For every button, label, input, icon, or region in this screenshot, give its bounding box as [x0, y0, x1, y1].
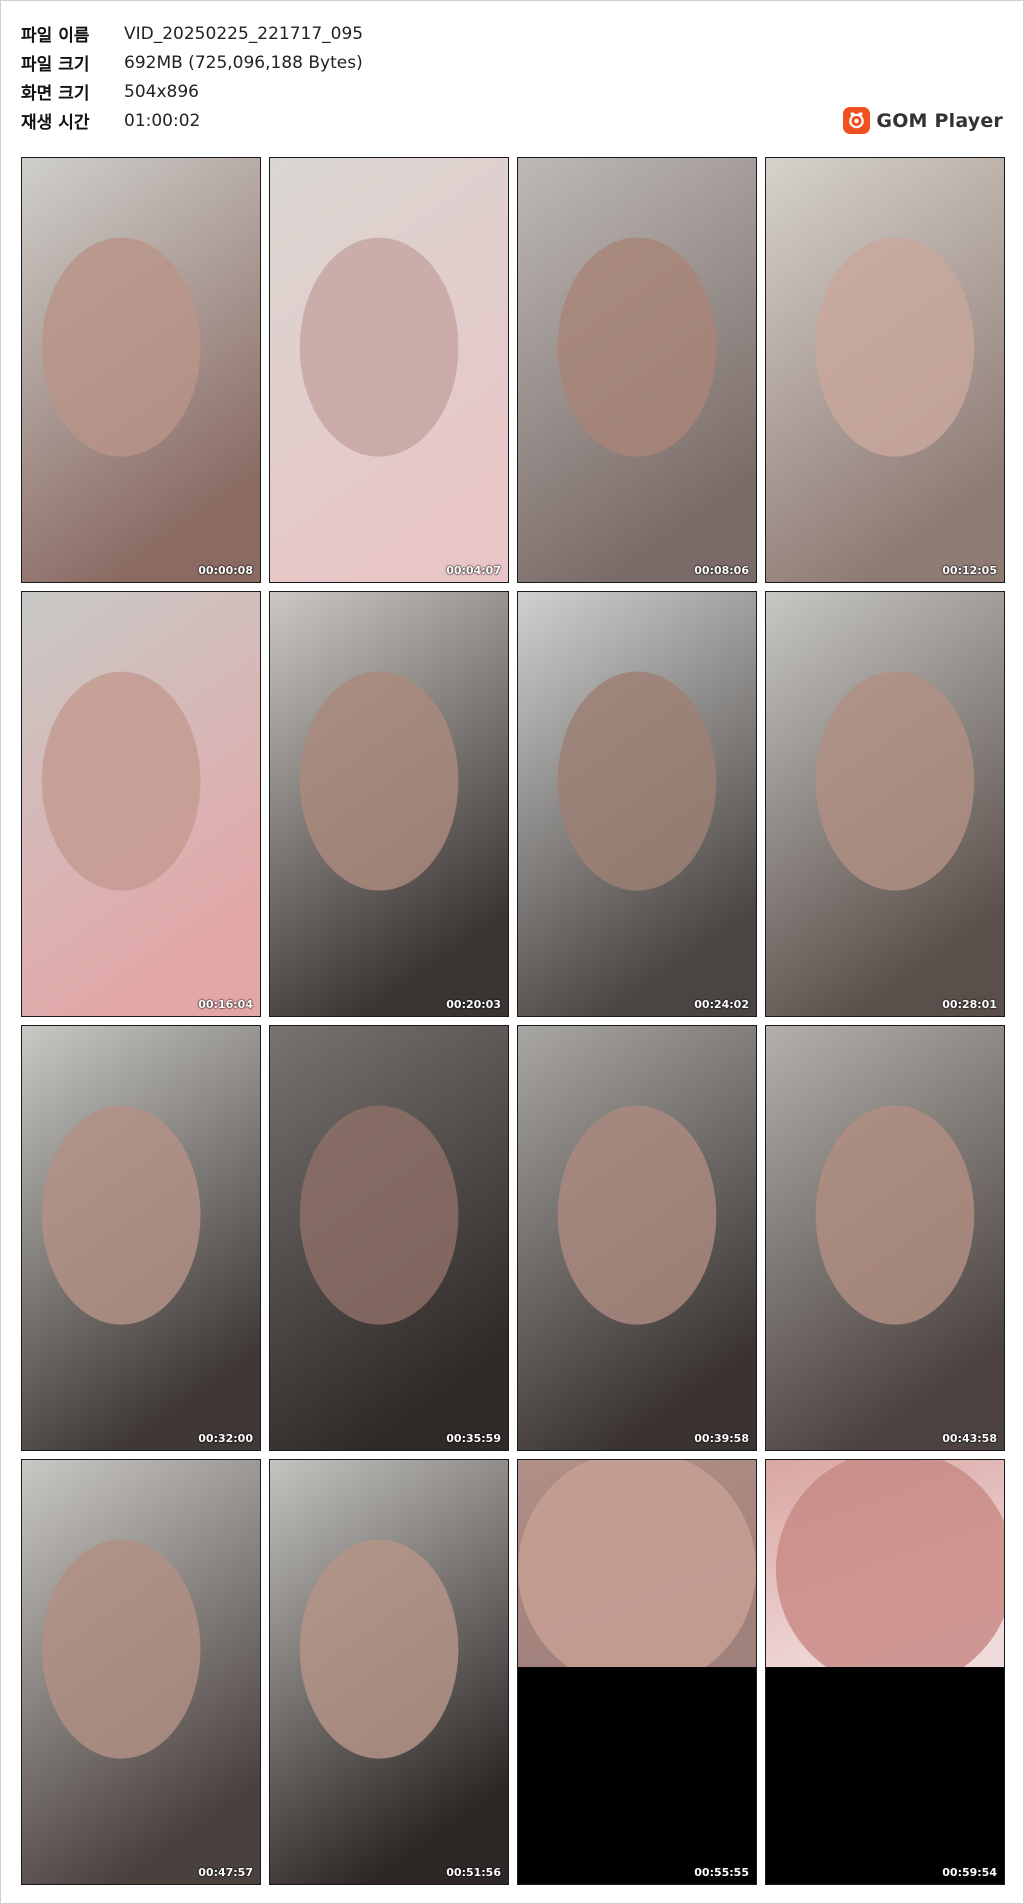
thumbnail-frame	[518, 1026, 756, 1450]
timestamp-label: 00:47:57	[198, 1866, 253, 1879]
timestamp-label: 00:43:58	[942, 1432, 997, 1445]
timestamp-label: 00:32:00	[198, 1432, 253, 1445]
video-thumbnail: 00:43:58	[765, 1025, 1005, 1451]
timestamp-label: 00:51:56	[446, 1866, 501, 1879]
thumbnail-grid: 00:00:08 00:04:07 00:08:06 00:12:05 00:16:04…	[21, 157, 1005, 1885]
timestamp-label: 00:24:02	[694, 998, 749, 1011]
file-size-value: 692MB (725,096,188 Bytes)	[124, 52, 363, 73]
timestamp-label: 00:12:05	[942, 564, 997, 577]
file-size-label: 파일 크기	[21, 55, 90, 75]
timestamp-label: 00:59:54	[942, 1866, 997, 1879]
video-thumbnail: 00:55:55	[517, 1459, 757, 1885]
timestamp-label: 00:28:01	[942, 998, 997, 1011]
video-thumbnail: 00:47:57	[21, 1459, 261, 1885]
thumbnail-frame	[518, 158, 756, 582]
duration-value: 01:00:02	[124, 110, 201, 131]
gom-player-brand: GOM Player	[843, 107, 1003, 134]
thumbnail-frame	[22, 158, 260, 582]
video-thumbnail: 00:51:56	[269, 1459, 509, 1885]
timestamp-label: 00:20:03	[446, 998, 501, 1011]
thumbnail-frame	[518, 592, 756, 1016]
video-thumbnail: 00:39:58	[517, 1025, 757, 1451]
thumbnail-frame	[270, 592, 508, 1016]
video-thumbnail: 00:20:03	[269, 591, 509, 1017]
gom-player-logo-icon	[843, 107, 871, 134]
thumbnail-frame	[766, 1460, 1004, 1884]
thumbnail-frame	[518, 1460, 756, 1884]
timestamp-label: 00:39:58	[694, 1432, 749, 1445]
thumbnail-frame	[766, 592, 1004, 1016]
brand-name: GOM Player	[876, 109, 1003, 132]
thumbnail-frame	[270, 1026, 508, 1450]
duration-row: 재생 시간 01:00:02	[21, 106, 363, 135]
timestamp-label: 00:00:08	[198, 564, 253, 577]
file-info-panel: 파일 이름 VID_20250225_221717_095 파일 크기 692M…	[21, 19, 363, 135]
resolution-row: 화면 크기 504x896	[21, 77, 363, 106]
timestamp-label: 00:35:59	[446, 1432, 501, 1445]
thumbnail-frame	[270, 1460, 508, 1884]
video-thumbnail: 00:00:08	[21, 157, 261, 583]
file-name-row: 파일 이름 VID_20250225_221717_095	[21, 19, 363, 48]
timestamp-label: 00:08:06	[694, 564, 749, 577]
duration-label: 재생 시간	[21, 113, 90, 133]
file-name-value: VID_20250225_221717_095	[124, 23, 364, 44]
timestamp-label: 00:04:07	[446, 564, 501, 577]
video-thumbnail: 00:24:02	[517, 591, 757, 1017]
timestamp-label: 00:16:04	[198, 998, 253, 1011]
file-size-row: 파일 크기 692MB (725,096,188 Bytes)	[21, 48, 363, 77]
thumbnail-frame	[22, 592, 260, 1016]
video-thumbnail: 00:16:04	[21, 591, 261, 1017]
video-thumbnail: 00:28:01	[765, 591, 1005, 1017]
video-thumbnail: 00:12:05	[765, 157, 1005, 583]
resolution-label: 화면 크기	[21, 84, 90, 104]
video-thumbnail: 00:59:54	[765, 1459, 1005, 1885]
thumbnail-frame	[270, 158, 508, 582]
video-thumbnail: 00:04:07	[269, 157, 509, 583]
file-name-label: 파일 이름	[21, 26, 90, 46]
timestamp-label: 00:55:55	[694, 1866, 749, 1879]
video-thumbnail: 00:32:00	[21, 1025, 261, 1451]
video-thumbnail: 00:08:06	[517, 157, 757, 583]
resolution-value: 504x896	[124, 81, 199, 102]
thumbnail-frame	[22, 1026, 260, 1450]
thumbnail-frame	[22, 1460, 260, 1884]
thumbnail-frame	[766, 1026, 1004, 1450]
video-thumbnail: 00:35:59	[269, 1025, 509, 1451]
thumbnail-frame	[766, 158, 1004, 582]
